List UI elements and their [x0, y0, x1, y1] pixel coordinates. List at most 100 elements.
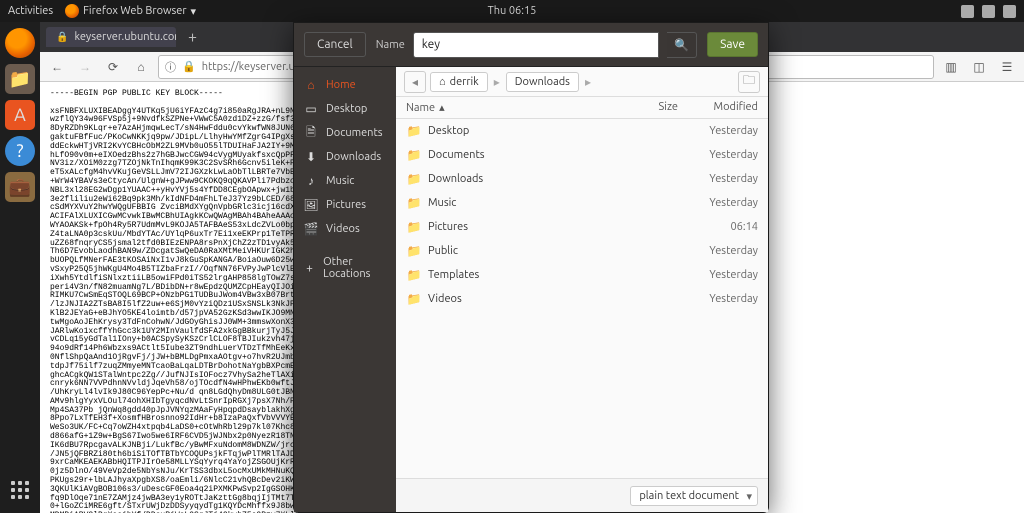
sidebar-button[interactable]: ◫ [968, 56, 990, 78]
app-menu-label: Firefox Web Browser [83, 5, 186, 17]
path-bar: ◂ ⌂ derrik ▸ Downloads ▸ 🗀 [396, 67, 768, 97]
pictures-icon: 🖼 [304, 198, 318, 212]
plus-icon: + [304, 261, 315, 275]
sidebar-item-label: Videos [326, 223, 360, 235]
save-file-dialog: Cancel Name key 🔍 Save ⌂ Home ▭ Desktop … [293, 22, 769, 513]
new-tab-button[interactable]: + [180, 28, 205, 46]
dock-files[interactable]: 📁 [5, 64, 35, 94]
chevron-right-icon: ▸ [583, 75, 593, 89]
sidebar-item-downloads[interactable]: ⬇ Downloads [294, 145, 396, 169]
info-icon[interactable]: ⓘ [165, 59, 176, 75]
downloads-icon: ⬇ [304, 150, 318, 164]
file-row[interactable]: 📁 Templates Yesterday [396, 263, 768, 287]
dock-show-apps[interactable] [5, 475, 35, 505]
sidebar-item-other-locations[interactable]: + Other Locations [294, 251, 396, 285]
desktop-icon: ▭ [304, 102, 318, 116]
file-list: 📁DesktopYesterday📁DocumentsYesterday📁Dow… [396, 119, 768, 478]
activities-button[interactable]: Activities [8, 5, 53, 17]
file-modified: Yesterday [678, 173, 758, 185]
back-button[interactable]: ← [46, 56, 68, 78]
dock-firefox[interactable] [5, 28, 35, 58]
path-label: derrik [450, 76, 479, 88]
firefox-icon [65, 4, 79, 18]
new-folder-button[interactable]: 🗀 [738, 71, 760, 93]
sidebar-item-home[interactable]: ⌂ Home [294, 73, 396, 97]
sidebar-item-documents[interactable]: 🗎 Documents [294, 121, 396, 145]
dialog-main: ◂ ⌂ derrik ▸ Downloads ▸ 🗀 Name ▴ Size M… [396, 67, 768, 512]
folder-icon: 📁 [406, 147, 422, 163]
sidebar-item-label: Home [326, 79, 356, 91]
clock[interactable]: Thu 06:15 [488, 5, 537, 17]
chevron-down-icon: ▾ [191, 5, 197, 18]
file-row[interactable]: 📁Pictures06:14 [396, 215, 768, 239]
folder-icon: 📁 [406, 291, 422, 307]
sort-asc-icon: ▴ [439, 101, 445, 114]
filetype-select[interactable]: plain text document [630, 486, 758, 506]
save-button[interactable]: Save [707, 32, 758, 57]
file-name: Templates [428, 269, 628, 281]
sidebar-item-desktop[interactable]: ▭ Desktop [294, 97, 396, 121]
name-label: Name [376, 39, 405, 51]
search-button[interactable]: 🔍 [667, 32, 697, 58]
folder-icon: 📁 [406, 219, 422, 235]
sidebar-item-label: Pictures [326, 199, 366, 211]
path-segment-folder[interactable]: Downloads [506, 72, 579, 92]
path-segment-home[interactable]: ⌂ derrik [430, 72, 488, 92]
sidebar-item-label: Music [326, 175, 354, 187]
file-modified: Yesterday [678, 149, 758, 161]
file-name: Videos [428, 293, 628, 305]
path-back-button[interactable]: ◂ [404, 71, 426, 93]
power-icon[interactable] [1003, 5, 1016, 18]
file-row[interactable]: 📁MusicYesterday [396, 191, 768, 215]
file-name: Documents [428, 149, 628, 161]
file-row[interactable]: 📁 Documents Yesterday [396, 143, 768, 167]
sidebar-item-videos[interactable]: 🎬 Videos [294, 217, 396, 241]
search-icon: 🔍 [674, 38, 689, 52]
column-header-size[interactable]: Size [628, 101, 678, 114]
dock-help[interactable]: ? [5, 136, 35, 166]
chevron-right-icon: ▸ [492, 75, 502, 89]
file-modified: Yesterday [678, 269, 758, 281]
column-header-modified[interactable]: Modified [678, 101, 758, 114]
network-icon[interactable] [961, 5, 974, 18]
column-header-name[interactable]: Name ▴ [406, 101, 628, 114]
file-modified: Yesterday [678, 245, 758, 257]
reload-button[interactable]: ⟳ [102, 56, 124, 78]
file-modified: Yesterday [678, 125, 758, 137]
home-button[interactable]: ⌂ [130, 56, 152, 78]
file-row[interactable]: 📁PublicYesterday [396, 239, 768, 263]
sidebar-item-label: Desktop [326, 103, 367, 115]
file-row[interactable]: 📁 Desktop Yesterday [396, 119, 768, 143]
dock-software[interactable]: A [5, 100, 35, 130]
gnome-dock: 📁 A ? 💼 [0, 22, 40, 513]
app-menu[interactable]: Firefox Web Browser ▾ [65, 4, 196, 18]
videos-icon: 🎬 [304, 222, 318, 236]
music-icon: ♪ [304, 174, 318, 188]
folder-icon: 📁 [406, 171, 422, 187]
sidebar-item-label: Downloads [326, 151, 381, 163]
cancel-button[interactable]: Cancel [304, 32, 366, 57]
documents-icon: 🗎 [304, 126, 318, 140]
path-label: Downloads [515, 76, 570, 88]
volume-icon[interactable] [982, 5, 995, 18]
file-row[interactable]: 📁DownloadsYesterday [396, 167, 768, 191]
file-name: Desktop [428, 125, 628, 137]
folder-icon: 📁 [406, 267, 422, 283]
sidebar-item-label: Documents [326, 127, 383, 139]
folder-icon: 📁 [406, 123, 422, 139]
tab-title: keyserver.ubuntu.com/ [74, 31, 176, 43]
filename-input[interactable]: key [413, 32, 659, 58]
dialog-footer: plain text document [396, 478, 768, 512]
places-sidebar: ⌂ Home ▭ Desktop 🗎 Documents ⬇ Downloads… [294, 67, 396, 512]
library-button[interactable]: ▥ [940, 56, 962, 78]
menu-button[interactable]: ☰ [996, 56, 1018, 78]
sidebar-item-label: Other Locations [323, 256, 386, 280]
file-row[interactable]: 📁VideosYesterday [396, 287, 768, 311]
forward-button[interactable]: → [74, 56, 96, 78]
dock-briefcase[interactable]: 💼 [5, 172, 35, 202]
sidebar-item-pictures[interactable]: 🖼 Pictures [294, 193, 396, 217]
file-name: Public [428, 245, 628, 257]
file-modified: 06:14 [678, 221, 758, 233]
browser-tab[interactable]: 🔒 keyserver.ubuntu.com/ × [46, 27, 176, 47]
sidebar-item-music[interactable]: ♪ Music [294, 169, 396, 193]
